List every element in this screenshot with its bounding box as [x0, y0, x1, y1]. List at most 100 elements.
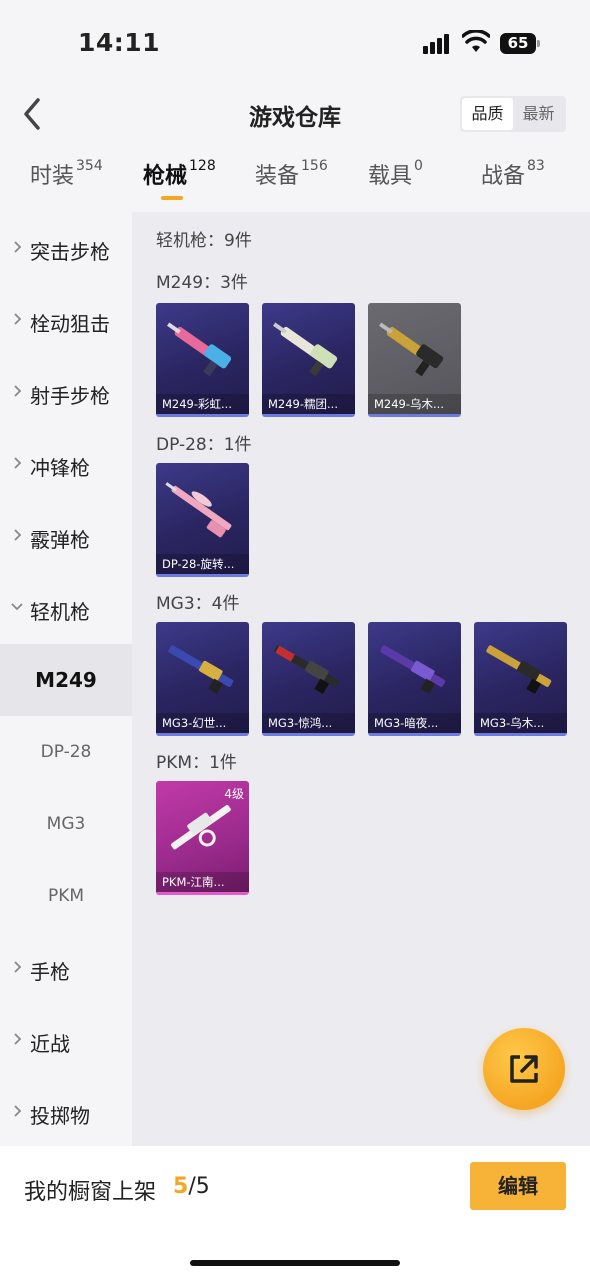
tab-label: 装备	[255, 164, 300, 189]
weapon-card[interactable]: MG3-幻世...	[156, 622, 249, 736]
chevron-right-icon	[14, 457, 22, 469]
sidebar-subitem-m249[interactable]: M249	[0, 644, 132, 716]
showcase-count: 5/5	[173, 1174, 210, 1199]
share-external-icon	[510, 1055, 538, 1083]
sidebar-item-throwable[interactable]: 投掷物	[0, 1076, 132, 1148]
weapon-skin-icon	[168, 645, 234, 694]
weapon-card[interactable]: M249-乌木...	[368, 303, 461, 417]
group-title-mg3: MG3：4件	[156, 594, 240, 614]
chevron-right-icon	[14, 385, 22, 397]
tab-label: 载具	[368, 164, 413, 189]
sidebar-subitem-pkm[interactable]: PKM	[0, 860, 132, 932]
sidebar-item-label: 轻机枪	[30, 600, 90, 624]
weapon-card-caption: PKM-江南...	[156, 872, 249, 892]
weapon-card-caption: MG3-惊鸿...	[262, 713, 355, 733]
sidebar-item-marksman-rifle[interactable]: 射手步枪	[0, 356, 132, 428]
sidebar-item-shotgun[interactable]: 霰弹枪	[0, 500, 132, 572]
tab-label: 枪械	[143, 164, 188, 189]
chevron-right-icon	[14, 241, 22, 253]
weapon-card[interactable]: M249-糯团...	[262, 303, 355, 417]
weapon-skin-icon	[486, 645, 552, 694]
weapon-skin-icon	[165, 482, 232, 538]
weapon-skin-icon	[274, 645, 340, 694]
wifi-icon	[462, 30, 490, 52]
weapon-card-caption: M249-彩虹...	[156, 394, 249, 414]
sidebar-item-label: 近战	[30, 1032, 70, 1056]
weapon-skin-icon	[380, 645, 446, 694]
weapon-card[interactable]: 4级 PKM-江南...	[156, 781, 249, 895]
sidebar-item-label: 霰弹枪	[30, 528, 90, 552]
group-title-m249: M249：3件	[156, 273, 248, 293]
category-summary: 轻机枪：9件	[156, 231, 252, 251]
tab-count: 354	[76, 158, 103, 174]
chevron-right-icon	[14, 961, 22, 973]
share-fab-button[interactable]	[483, 1028, 565, 1110]
sort-quality-button[interactable]: 品质	[462, 98, 513, 130]
sidebar-item-label: PKM	[47, 886, 85, 906]
sidebar-item-smg[interactable]: 冲锋枪	[0, 428, 132, 500]
group-title-pkm: PKM：1件	[156, 753, 237, 773]
sidebar-item-label: DP-28	[40, 742, 92, 762]
weapon-card-caption: DP-28-旋转...	[156, 554, 249, 574]
weapon-card-caption: M249-乌木...	[368, 394, 461, 414]
cellular-signal-icon	[423, 34, 451, 54]
sort-toggle: 品质 最新	[460, 96, 566, 132]
tab-firearms[interactable]: 枪械 128	[143, 158, 216, 210]
tab-fashion[interactable]: 时装 354	[30, 158, 103, 210]
weapon-card-caption: MG3-暗夜...	[368, 713, 461, 733]
sidebar-item-label: 冲锋枪	[30, 456, 90, 480]
weapon-card[interactable]: DP-28-旋转...	[156, 463, 249, 577]
sort-latest-button[interactable]: 最新	[513, 98, 564, 130]
sidebar-item-label: 栓动狙击	[30, 312, 110, 336]
tab-count: 128	[189, 158, 216, 174]
bottom-bar: 我的橱窗上架 5/5 编辑	[0, 1146, 590, 1280]
weapon-card-caption: MG3-幻世...	[156, 713, 249, 733]
chevron-right-icon	[14, 1105, 22, 1117]
edit-button[interactable]: 编辑	[470, 1162, 566, 1210]
battery-icon: 65	[500, 33, 540, 54]
tab-supplies[interactable]: 战备 83	[481, 158, 545, 210]
showcase-total: /5	[188, 1174, 210, 1199]
weapon-card[interactable]: MG3-惊鸿...	[262, 622, 355, 736]
sidebar-item-label: 手枪	[30, 960, 70, 984]
group-title-dp28: DP-28：1件	[156, 435, 252, 455]
showcase-current: 5	[173, 1174, 189, 1199]
weapon-skin-icon	[379, 322, 444, 377]
tab-equipment[interactable]: 装备 156	[255, 158, 328, 210]
weapon-card[interactable]: MG3-暗夜...	[368, 622, 461, 736]
weapon-type-sidebar: 突击步枪 栓动狙击 射手步枪 冲锋枪 霰弹枪 轻机枪 M249 DP-28 MG…	[0, 212, 132, 1146]
tab-count: 156	[301, 158, 328, 174]
tab-label: 时装	[30, 164, 75, 189]
sidebar-item-lmg[interactable]: 轻机枪	[0, 572, 132, 644]
sidebar-item-pistol[interactable]: 手枪	[0, 932, 132, 1004]
sidebar-item-label: M249	[35, 668, 97, 692]
sidebar-subitem-dp28[interactable]: DP-28	[0, 716, 132, 788]
showcase-label: 我的橱窗上架	[24, 1180, 157, 1205]
sidebar-item-melee[interactable]: 近战	[0, 1004, 132, 1076]
home-indicator[interactable]	[190, 1260, 400, 1266]
battery-level: 65	[500, 33, 536, 54]
weapon-grid-panel: 轻机枪：9件 M249：3件 M249-彩虹... M249-糯团... M24…	[132, 212, 590, 1146]
tab-count: 83	[527, 158, 545, 174]
tab-vehicles[interactable]: 载具 0	[368, 158, 423, 210]
nav-bar: 游戏仓库 品质 最新	[0, 88, 590, 142]
weapon-card-caption: MG3-乌木...	[474, 713, 567, 733]
sidebar-item-bolt-sniper[interactable]: 栓动狙击	[0, 284, 132, 356]
chevron-right-icon	[14, 1033, 22, 1045]
chevron-right-icon	[14, 313, 22, 325]
weapon-skin-icon	[167, 322, 232, 377]
weapon-level-badge: 4级	[224, 787, 244, 801]
sidebar-subitem-mg3[interactable]: MG3	[0, 788, 132, 860]
weapon-card[interactable]: M249-彩虹...	[156, 303, 249, 417]
weapon-card-caption: M249-糯团...	[262, 394, 355, 414]
tab-active-indicator	[161, 196, 183, 200]
sidebar-item-assault-rifle[interactable]: 突击步枪	[0, 212, 132, 284]
chevron-down-icon	[11, 603, 23, 611]
sidebar-item-label: MG3	[46, 814, 86, 834]
weapon-skin-icon	[273, 322, 338, 377]
sidebar-item-label: 射手步枪	[30, 384, 110, 408]
sidebar-item-label: 投掷物	[30, 1104, 90, 1128]
weapon-card[interactable]: MG3-乌木...	[474, 622, 567, 736]
tab-label: 战备	[481, 164, 526, 189]
chevron-right-icon	[14, 529, 22, 541]
